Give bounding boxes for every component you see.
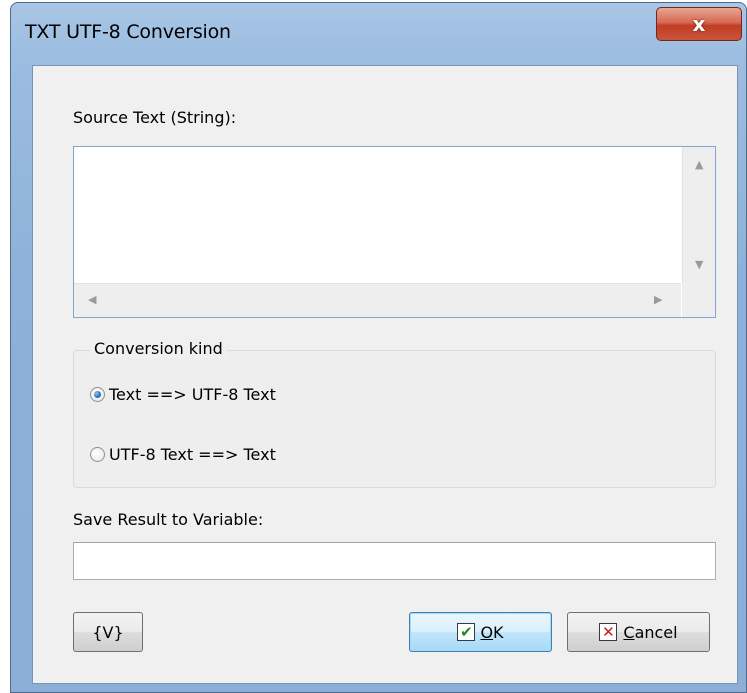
scroll-left-arrow-icon[interactable]: ◀ — [88, 294, 96, 305]
variables-button[interactable]: {V} — [73, 612, 143, 652]
horizontal-scrollbar[interactable]: ◀ ▶ — [74, 283, 681, 317]
radio-utf8-to-text[interactable]: UTF-8 Text ==> Text — [90, 445, 276, 464]
save-result-label: Save Result to Variable: — [73, 510, 264, 529]
ok-button-label: OK — [480, 622, 504, 642]
ok-button[interactable]: ✔ OK — [409, 612, 552, 652]
scroll-up-arrow-icon[interactable]: ▲ — [695, 159, 703, 170]
background-strip — [0, 0, 10, 693]
source-text-label: Source Text (String): — [73, 108, 237, 127]
radio-label: Text ==> UTF-8 Text — [109, 385, 276, 404]
scroll-down-arrow-icon[interactable]: ▼ — [695, 259, 703, 270]
scrollbar-corner — [682, 283, 715, 317]
result-variable-input[interactable] — [73, 542, 716, 580]
radio-button-checked[interactable] — [90, 387, 105, 402]
x-icon: ✕ — [599, 623, 618, 641]
scroll-right-arrow-icon[interactable]: ▶ — [654, 294, 662, 305]
cancel-button-label: Cancel — [623, 622, 678, 642]
source-text-area[interactable]: ▲ ▼ ◀ ▶ — [73, 146, 716, 318]
conversion-kind-legend: Conversion kind — [90, 339, 227, 358]
close-icon: x — [692, 12, 706, 36]
vertical-scrollbar[interactable]: ▲ ▼ — [682, 147, 715, 283]
radio-text-to-utf8[interactable]: Text ==> UTF-8 Text — [90, 385, 276, 404]
variables-button-label: {V} — [92, 622, 124, 642]
dialog-window: TXT UTF-8 Conversion x Source Text (Stri… — [10, 2, 747, 693]
cancel-button[interactable]: ✕ Cancel — [567, 612, 710, 652]
conversion-kind-group: Conversion kind Text ==> UTF-8 Text UTF-… — [73, 339, 716, 488]
window-title: TXT UTF-8 Conversion — [25, 21, 231, 43]
radio-button-unchecked[interactable] — [90, 447, 105, 462]
radio-label: UTF-8 Text ==> Text — [109, 445, 276, 464]
dialog-client-area: Source Text (String): ▲ ▼ ◀ ▶ Conversion… — [32, 65, 738, 684]
check-icon: ✔ — [457, 623, 476, 641]
close-button[interactable]: x — [656, 7, 742, 41]
